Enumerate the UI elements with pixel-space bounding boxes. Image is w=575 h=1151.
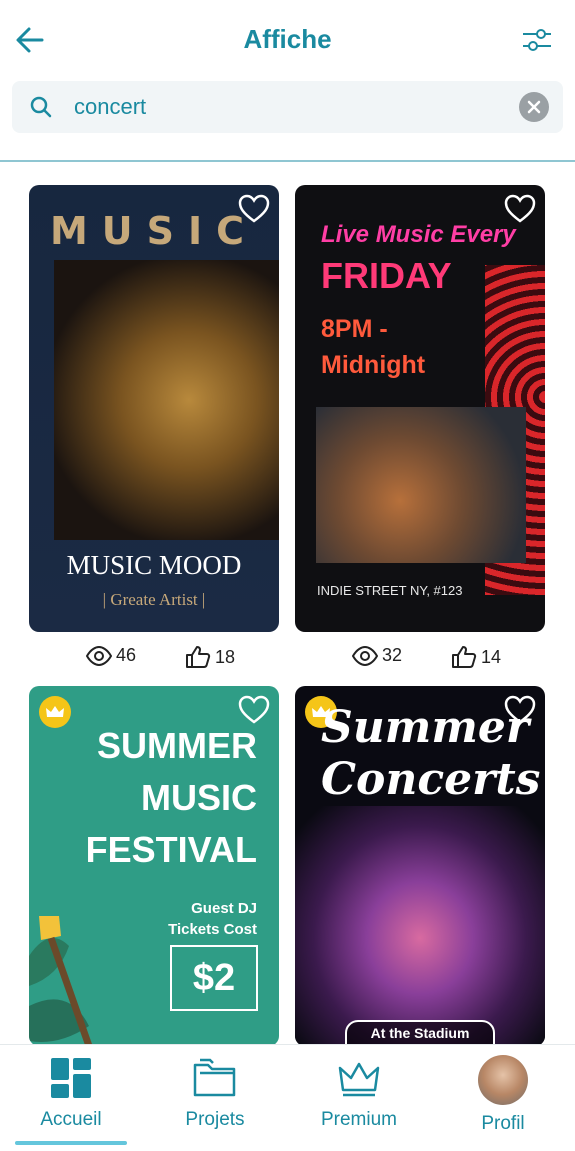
poster-card-summer-concerts[interactable]: Summer Concerts At the Stadium [295,686,545,1046]
heart-icon[interactable] [237,193,271,225]
bottom-navigation: Accueil Projets Premium Profil [0,1044,575,1151]
poster-tagline: Live Music Every [321,221,516,248]
avatar [478,1055,528,1105]
dashboard-icon [51,1058,91,1098]
card-stats: 18 [185,645,235,669]
like-count: 18 [215,646,236,667]
guitar-illustration [29,916,93,1046]
poster-address: INDIE STREET NY, #123 [317,583,463,598]
card-stats: 46 [86,645,136,666]
eye-icon [352,645,378,666]
poster-location: At the Stadium [345,1020,495,1046]
nav-item-profil[interactable]: Profil [443,1055,563,1135]
app-header: Affiche [0,0,575,80]
nav-item-projets[interactable]: Projets [155,1055,275,1131]
page-title: Affiche [243,24,332,54]
poster-subheading: Guest DJ Tickets Cost [168,900,257,938]
view-count: 46 [116,645,137,665]
card-stats: 14 [451,645,501,669]
poster-card-summer-festival[interactable]: SUMMER MUSIC FESTIVAL Guest DJ Tickets C… [29,686,279,1046]
view-count: 32 [382,645,403,665]
search-icon [30,96,52,118]
nav-item-premium[interactable]: Premium [299,1055,419,1131]
search-bar[interactable]: concert [12,81,563,133]
active-tab-indicator [15,1141,127,1145]
nav-label: Premium [320,1109,397,1130]
poster-card-live-music[interactable]: Live Music Every FRIDAY 8PM - Midnight I… [295,185,545,632]
thumbs-up-icon[interactable] [451,645,477,669]
poster-heading: FRIDAY [321,255,452,296]
filter-button[interactable] [519,24,555,56]
card-stats: 32 [352,645,402,666]
nav-label: Accueil [40,1109,102,1130]
poster-image-guitarist [316,407,526,563]
poster-subheading: | Greate Artist | [102,590,206,609]
close-icon [527,100,541,114]
nav-item-accueil[interactable]: Accueil [11,1055,131,1131]
thumbs-up-icon[interactable] [185,645,211,669]
clear-search-button[interactable] [519,92,549,122]
sliders-icon [523,29,551,51]
nav-label: Projets [185,1109,245,1130]
poster-card-music-mood[interactable]: MUSIC MUSIC MOOD | Greate Artist | [29,185,279,632]
poster-heading: SUMMER MUSIC FESTIVAL [85,725,257,870]
poster-image-saxophone [54,260,279,540]
nav-label: Profil [481,1113,525,1134]
heart-icon[interactable] [503,694,537,726]
crown-icon [46,706,64,717]
poster-time: 8PM - Midnight [321,315,426,379]
divider [0,160,575,162]
heart-icon[interactable] [237,694,271,726]
eye-icon [86,645,112,666]
poster-image-stage [295,806,545,1046]
search-input[interactable]: concert [74,94,146,120]
poster-price: $2 [170,945,258,1011]
folder-icon [193,1058,236,1097]
crown-icon [338,1062,380,1097]
poster-heading: MUSIC MOOD [66,550,242,580]
heart-icon[interactable] [503,193,537,225]
like-count: 14 [481,646,502,667]
